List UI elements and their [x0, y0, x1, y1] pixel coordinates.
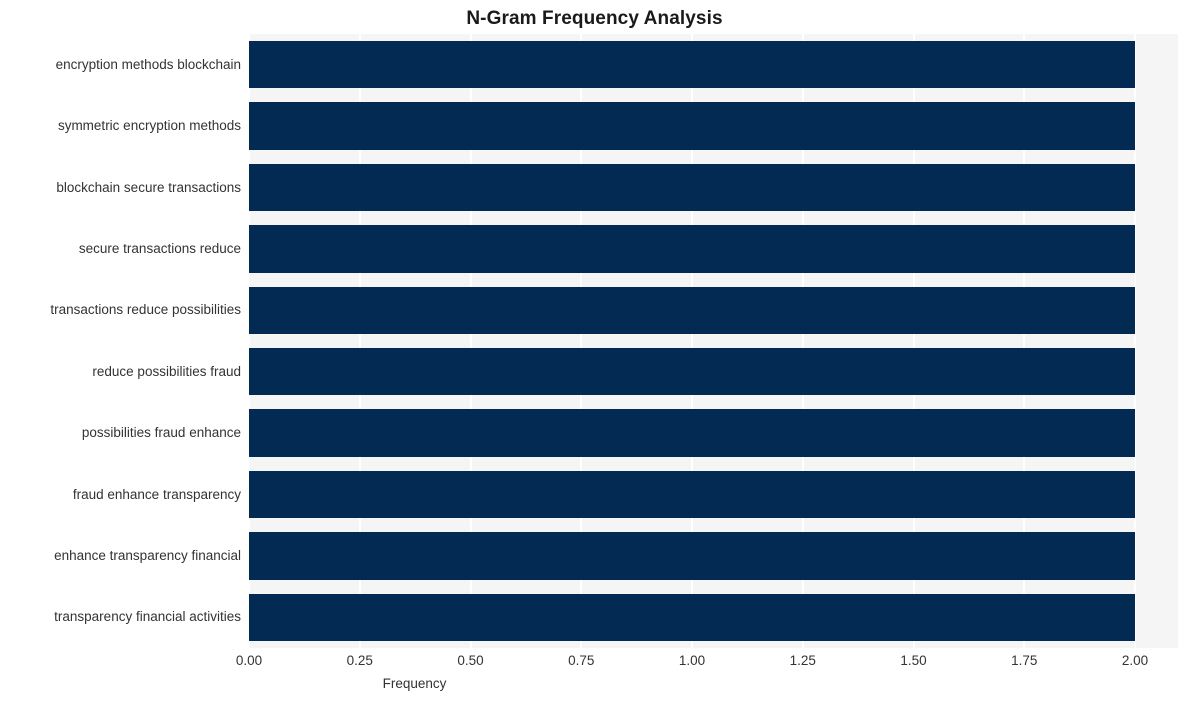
plot-area: [249, 34, 1178, 648]
x-axis-title-text: Frequency: [382, 676, 447, 691]
bar: [249, 41, 1135, 89]
bar: [249, 163, 1135, 212]
bar: [249, 286, 1135, 334]
bar: [249, 225, 1135, 273]
bar: [249, 532, 1135, 580]
x-axis-title: Frequency: [0, 675, 1189, 692]
x-tick-label: 0.25: [346, 653, 373, 668]
y-tick-label: fraud enhance transparency: [72, 486, 241, 502]
bar-series: [249, 34, 1178, 648]
x-tick-label: 2.00: [1121, 653, 1149, 668]
y-tick-label: reduce possibilities fraud: [92, 363, 241, 379]
y-tick-label: secure transactions reduce: [78, 240, 241, 256]
x-tick-label: 1.00: [678, 653, 706, 668]
x-tick-label: 1.25: [789, 653, 816, 668]
x-axis-tick-labels: 0.00 0.25 0.50 0.75 1.00 1.25 1.50 1.75 2.00: [0, 653, 1189, 673]
x-tick-label: 1.75: [1011, 653, 1038, 668]
y-tick-label: transactions reduce possibilities: [50, 302, 241, 318]
y-tick-label: symmetric encryption methods: [57, 118, 241, 134]
x-tick-label: 0.50: [457, 653, 484, 668]
bar: [249, 470, 1135, 519]
y-tick-label: possibilities fraud enhance: [81, 425, 241, 441]
bar: [249, 348, 1135, 396]
chart-title: N-Gram Frequency Analysis: [466, 8, 723, 29]
chart-figure: N-Gram Frequency Analysis encryption met…: [0, 0, 1189, 701]
y-tick-label: enhance transparency financial: [54, 547, 241, 563]
bar: [249, 102, 1135, 150]
x-tick-label: 0.75: [568, 653, 595, 668]
y-tick-label: blockchain secure transactions: [56, 179, 241, 195]
x-tick-label: 0.00: [235, 653, 263, 668]
bar: [249, 409, 1135, 457]
y-axis-tick-labels: encryption methods blockchain symmetric e…: [0, 34, 241, 648]
x-tick-label: 1.50: [900, 653, 927, 668]
y-tick-label: transparency financial activities: [54, 609, 241, 625]
y-tick-label: encryption methods blockchain: [55, 56, 241, 72]
bar: [249, 593, 1135, 641]
